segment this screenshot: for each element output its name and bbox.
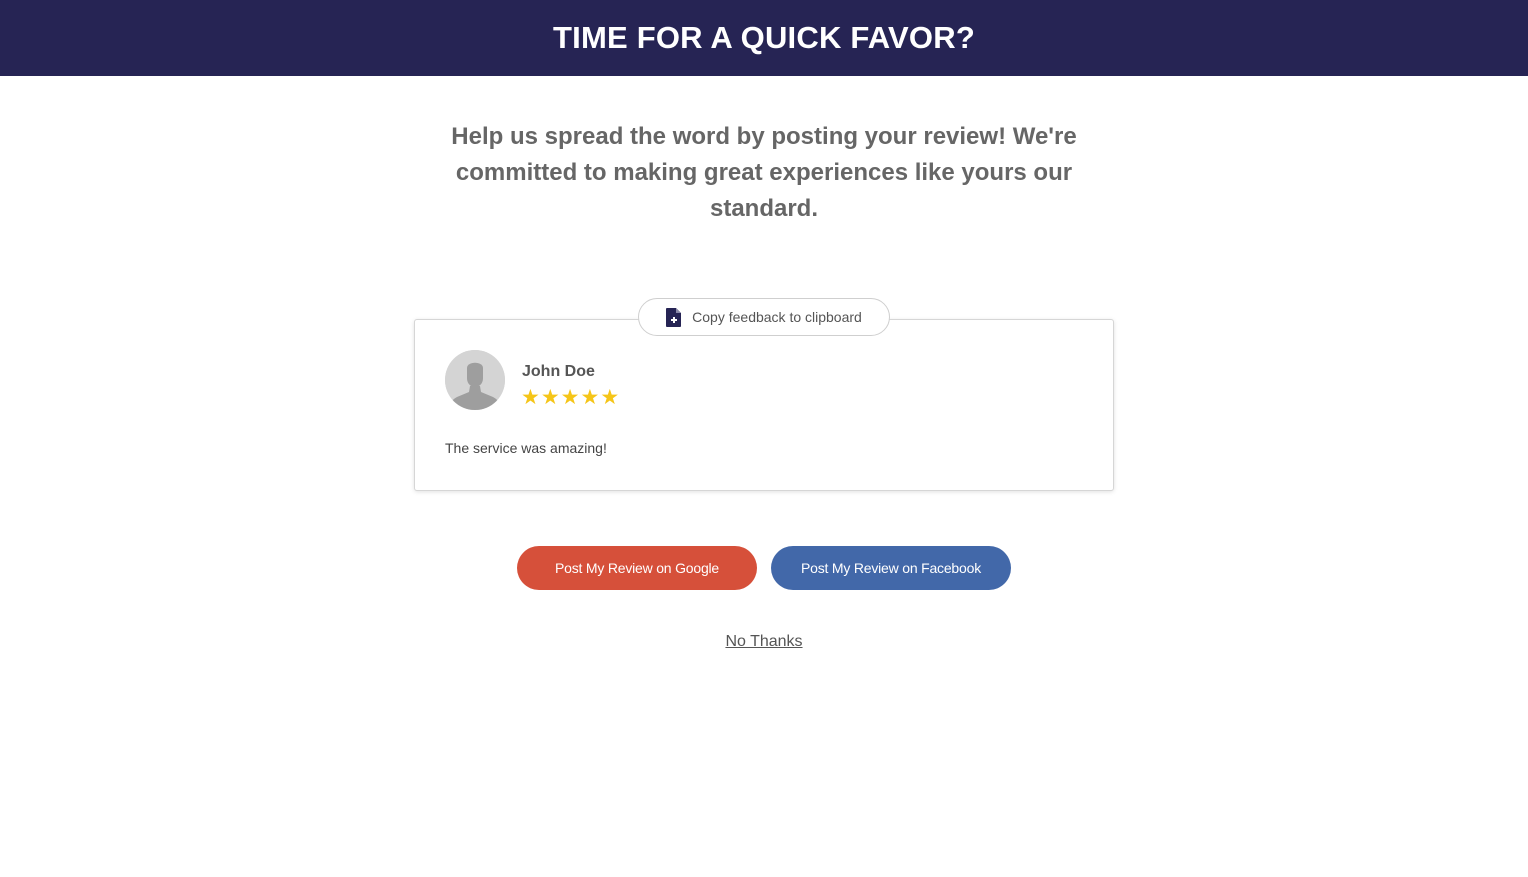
post-facebook-button[interactable]: Post My Review on Facebook	[771, 546, 1011, 590]
star-icon: ★	[521, 385, 540, 409]
page-title: TIME FOR A QUICK FAVOR?	[553, 20, 975, 55]
no-thanks-link[interactable]: No Thanks	[725, 633, 802, 650]
intro-text: Help us spread the word by posting your …	[451, 123, 1077, 222]
post-google-button[interactable]: Post My Review on Google	[517, 546, 757, 590]
avatar	[445, 350, 505, 410]
no-thanks-container: No Thanks	[0, 633, 1528, 651]
star-icon: ★	[540, 385, 560, 409]
copy-feedback-button[interactable]: Copy feedback to clipboard	[638, 298, 890, 336]
copy-feedback-label: Copy feedback to clipboard	[692, 309, 862, 325]
user-silhouette-icon	[445, 350, 505, 410]
document-plus-icon	[666, 307, 682, 327]
star-icon: ★	[560, 385, 580, 409]
reviewer-name: John Doe	[522, 363, 595, 380]
star-rating: ★ ★ ★ ★ ★	[521, 385, 619, 409]
star-icon: ★	[600, 385, 620, 409]
review-text: The service was amazing!	[445, 440, 607, 456]
star-icon: ★	[580, 385, 600, 409]
review-card: John Doe ★ ★ ★ ★ ★ The service was amazi…	[414, 319, 1114, 491]
page-header: TIME FOR A QUICK FAVOR?	[0, 0, 1528, 76]
review-section: John Doe ★ ★ ★ ★ ★ The service was amazi…	[414, 298, 1114, 491]
